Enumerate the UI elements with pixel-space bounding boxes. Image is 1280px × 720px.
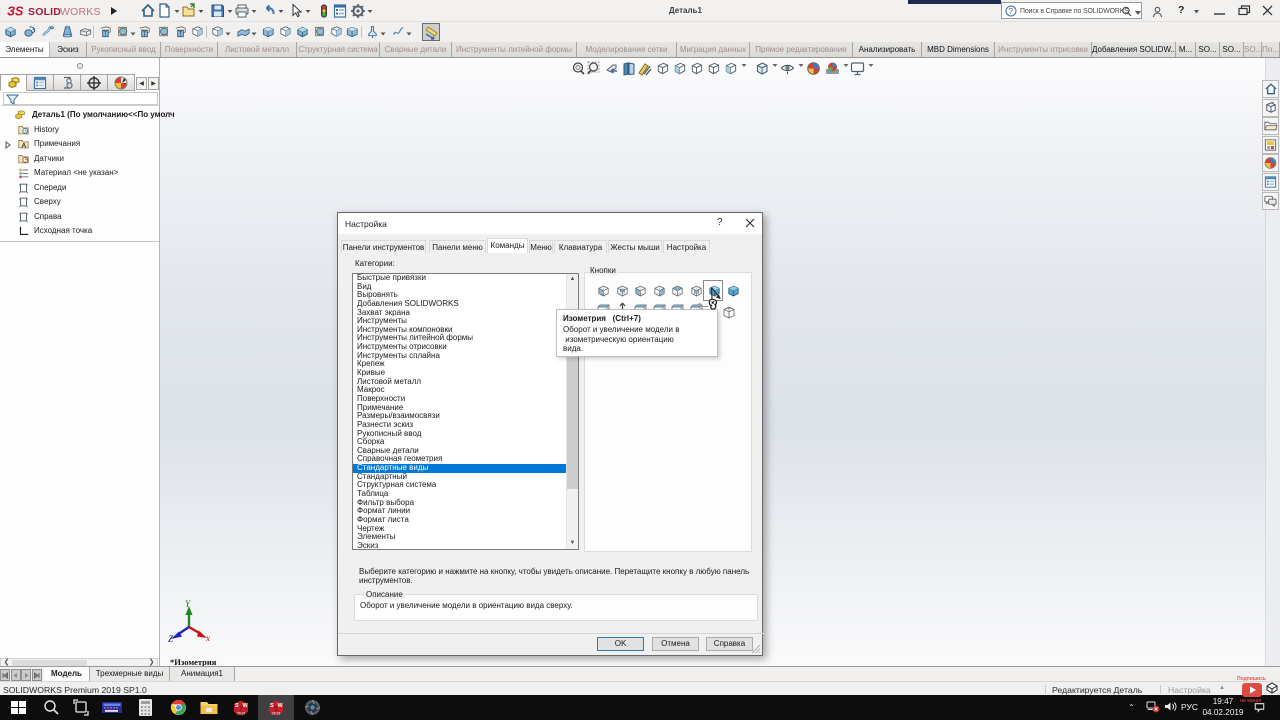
svg-text:S: S bbox=[235, 703, 239, 709]
svg-text:Y: Y bbox=[185, 599, 191, 609]
svg-text:W: W bbox=[278, 703, 284, 709]
svg-text:Z: Z bbox=[168, 634, 174, 644]
svg-text:x: x bbox=[205, 633, 210, 643]
svg-text:SOLID: SOLID bbox=[28, 6, 61, 18]
svg-text:WORKS: WORKS bbox=[60, 6, 101, 18]
svg-text:S: S bbox=[270, 703, 274, 709]
svg-text:A: A bbox=[21, 142, 26, 149]
svg-text:W: W bbox=[243, 703, 249, 709]
svg-text:2019: 2019 bbox=[272, 711, 282, 716]
svg-text:2019: 2019 bbox=[237, 711, 247, 716]
svg-text:?: ? bbox=[1009, 7, 1014, 16]
svg-text:ЗS: ЗS bbox=[7, 5, 24, 19]
